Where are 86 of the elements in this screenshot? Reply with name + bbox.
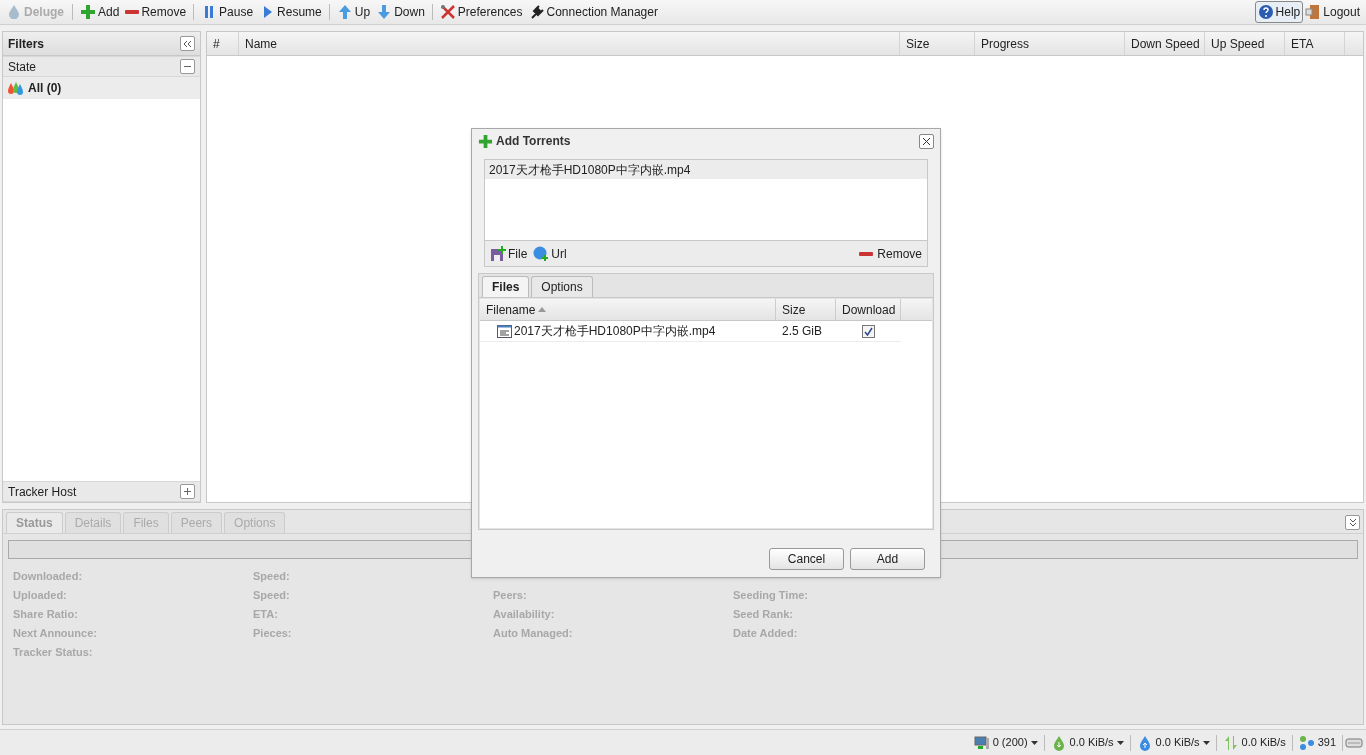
down-arrow-icon (376, 4, 393, 20)
toolbar-button[interactable]: Remove (122, 1, 190, 23)
status-item[interactable]: 0.0 KiB/s (1132, 734, 1214, 751)
field-label: Tracker Status: (13, 645, 93, 660)
column-header[interactable]: Name (239, 32, 900, 55)
close-button[interactable] (919, 133, 934, 149)
field-label: Seed Rank: (733, 607, 793, 622)
nodes-icon (1298, 734, 1315, 751)
up-arrow-icon (336, 4, 353, 20)
double-chevron-icon (1348, 518, 1357, 527)
expand-button[interactable] (1345, 515, 1360, 530)
dialog-button[interactable]: Add (850, 548, 925, 570)
field-label: Uploaded: (13, 588, 67, 603)
field-label: ETA: (253, 607, 278, 622)
toolbar-button[interactable]: Down (373, 1, 428, 23)
panel-title: Filters (8, 35, 44, 53)
field-label: Share Ratio: (13, 607, 78, 622)
filter-item[interactable]: All (0) (3, 77, 200, 99)
transfer-arrows-icon (1222, 734, 1239, 751)
column-header[interactable]: Size (776, 299, 836, 320)
dialog-action-button[interactable]: Url (533, 244, 567, 263)
toggle-button[interactable] (180, 484, 195, 499)
toolbar-button[interactable]: Resume (256, 1, 325, 23)
section-title: State (8, 58, 37, 76)
toolbar-button[interactable]: Pause (198, 1, 257, 23)
table-cell-text: 2.5 GiB (781, 323, 824, 340)
door-icon (1305, 4, 1322, 20)
caret-icon (1030, 740, 1038, 745)
toolbar-button[interactable]: Up (333, 1, 374, 23)
help-button[interactable]: Help (1254, 1, 1304, 23)
table-cell-text: 2017天才枪手HD1080P中字内嵌.mp4 (514, 323, 716, 340)
caret-icon (1116, 740, 1124, 745)
dialog-action-button[interactable]: Remove (859, 244, 922, 263)
status-item[interactable]: 0.0 KiB/s (1046, 734, 1128, 751)
field-label: Peers: (493, 588, 527, 603)
dialog-title: Add Torrents (478, 132, 571, 150)
column-header[interactable]: Progress (975, 32, 1125, 55)
column-header[interactable]: Size (900, 32, 975, 55)
section-title: Tracker Host (8, 483, 77, 501)
column-header[interactable]: Up Speed (1205, 32, 1285, 55)
plus-icon (478, 133, 493, 149)
tab[interactable]: Options (531, 276, 593, 297)
toolbar-button[interactable]: Preferences (436, 1, 526, 23)
logout-button[interactable]: Logout (1303, 1, 1362, 23)
sort-ascending-icon (538, 307, 547, 312)
double-chevron-icon (183, 39, 192, 48)
column-header[interactable]: Download (836, 299, 901, 320)
minus-icon (125, 10, 140, 14)
checkbox[interactable] (862, 324, 875, 338)
toolbar-button[interactable]: Add (77, 1, 123, 23)
column-header[interactable]: # (207, 32, 239, 55)
column-header[interactable]: Filename (480, 299, 776, 320)
drops-icon (7, 81, 24, 95)
plus-icon (80, 4, 96, 20)
status-item[interactable]: 391 (1294, 734, 1340, 751)
minus-icon (859, 251, 874, 256)
help-icon (1257, 4, 1274, 20)
caret-icon (1202, 740, 1210, 745)
field-label: Speed: (253, 588, 290, 603)
field-label: Speed: (253, 569, 290, 584)
field-label: Pieces: (253, 626, 292, 641)
status-item[interactable]: 0 (200) (969, 734, 1042, 751)
dialog-button[interactable]: Cancel (769, 548, 844, 570)
document-icon (497, 324, 512, 338)
column-header[interactable]: Down Speed (1125, 32, 1205, 55)
check-icon (864, 326, 873, 336)
field-label: Availability: (493, 607, 555, 622)
status-item[interactable]: 0.0 KiB/s (1218, 734, 1290, 751)
field-label: Next Announce: (13, 626, 97, 641)
tab[interactable]: Files (482, 276, 530, 297)
tools-icon (439, 4, 456, 20)
field-label: Downloaded: (13, 569, 83, 584)
column-header[interactable]: ETA (1285, 32, 1345, 55)
torrent-row[interactable]: 2017天才枪手HD1080P中字内嵌.mp4 (485, 160, 927, 179)
app-title: Deluge (4, 3, 68, 21)
dialog-action-button[interactable]: File (490, 244, 528, 263)
drop-icon (8, 5, 20, 19)
field-label: Auto Managed: (493, 626, 573, 641)
field-label: Date Added: (733, 626, 798, 641)
plus-icon (183, 487, 192, 496)
toolbar-button[interactable]: Connection Manager (525, 1, 661, 23)
close-icon (922, 136, 931, 146)
toggle-button[interactable] (180, 59, 195, 74)
collapse-button[interactable] (180, 36, 195, 51)
computer-icon (973, 734, 990, 751)
field-label: Seeding Time: (733, 588, 808, 603)
